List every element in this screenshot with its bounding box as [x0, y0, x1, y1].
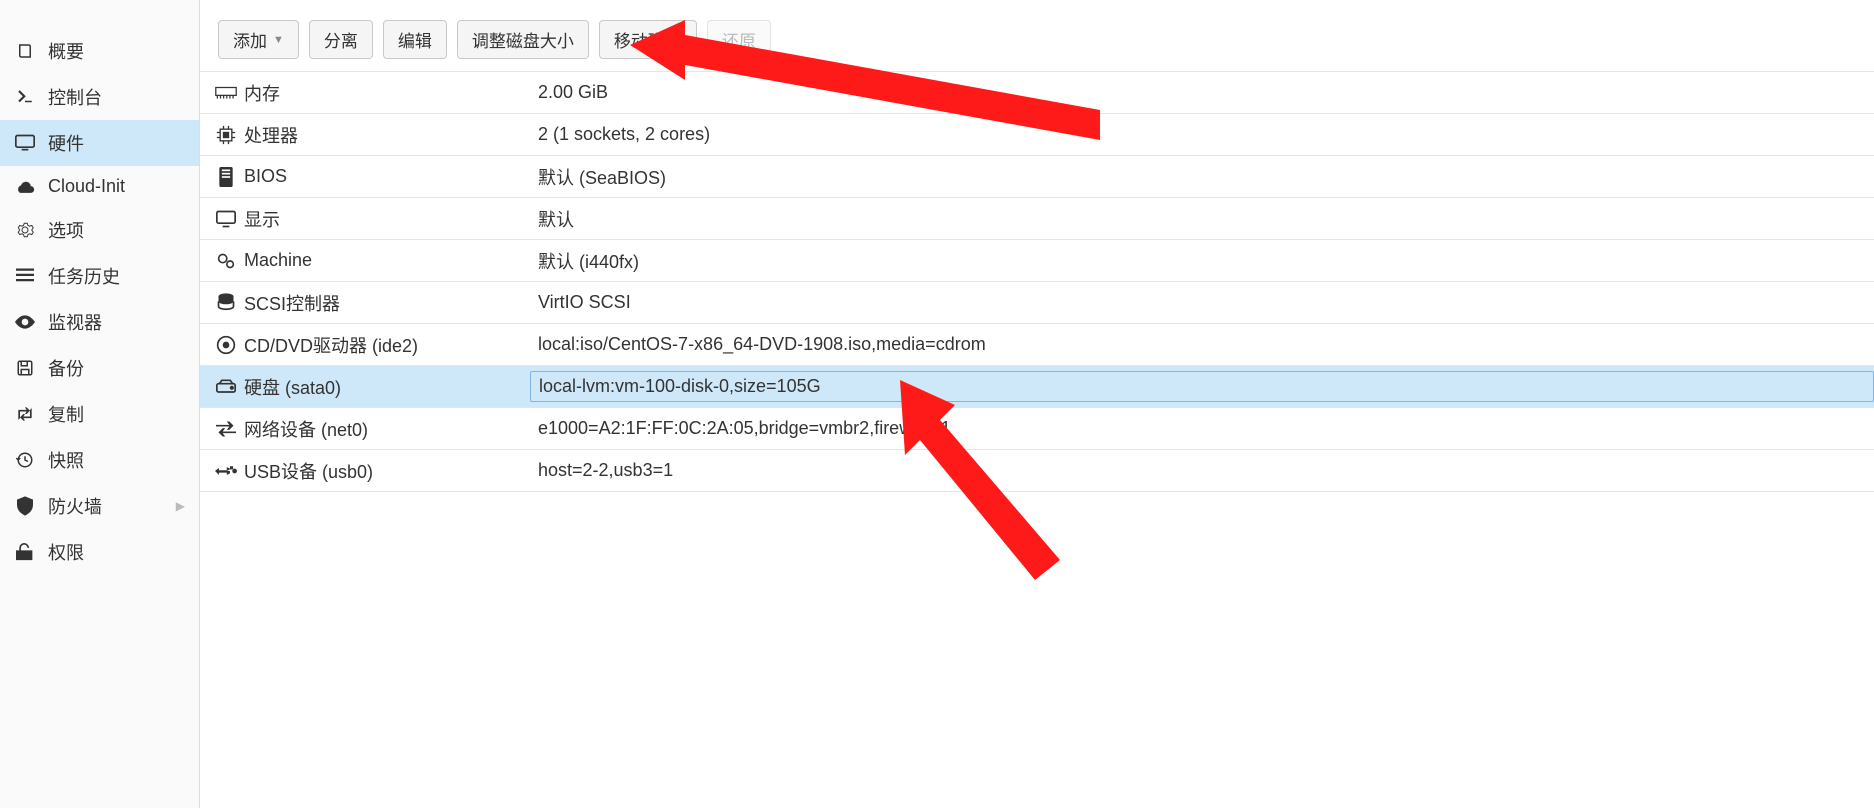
- sidebar-item-8[interactable]: 复制: [0, 391, 199, 437]
- usb-icon: [212, 464, 240, 478]
- db-icon: [212, 293, 240, 313]
- sidebar-item-label: 硬件: [48, 130, 84, 156]
- sidebar-item-label: Cloud-Init: [48, 176, 125, 197]
- hardware-table: 内存2.00 GiB处理器2 (1 sockets, 2 cores)BIOS默…: [200, 71, 1874, 492]
- hardware-value: 默认 (SeaBIOS): [530, 164, 1874, 190]
- sidebar-item-4[interactable]: 选项: [0, 207, 199, 253]
- hardware-key: 显示: [240, 206, 530, 232]
- sidebar-item-label: 快照: [48, 447, 84, 473]
- sidebar-item-5[interactable]: 任务历史: [0, 253, 199, 299]
- hardware-row-2[interactable]: BIOS默认 (SeaBIOS): [200, 156, 1874, 198]
- hardware-row-1[interactable]: 处理器2 (1 sockets, 2 cores): [200, 114, 1874, 156]
- hardware-key: 硬盘 (sata0): [240, 374, 530, 400]
- sidebar-item-label: 控制台: [48, 84, 102, 110]
- sidebar: 概要控制台硬件 Cloud-Init 选项任务历史监视器备份复制快照防火墙 ▶ 权限: [0, 0, 200, 808]
- hardware-key: SCSI控制器: [240, 290, 530, 316]
- hardware-key: 内存: [240, 80, 530, 106]
- edit-button[interactable]: 编辑: [383, 20, 447, 59]
- sidebar-item-1[interactable]: 控制台: [0, 74, 199, 120]
- sidebar-item-3[interactable]: Cloud-Init: [0, 166, 199, 207]
- sidebar-item-label: 备份: [48, 355, 84, 381]
- book-icon: [14, 42, 36, 60]
- hardware-row-0[interactable]: 内存2.00 GiB: [200, 72, 1874, 114]
- hardware-value: 默认: [530, 206, 1874, 232]
- terminal-icon: [14, 88, 36, 106]
- monitor-icon: [14, 134, 36, 152]
- add-button-label: 添加: [233, 27, 267, 52]
- move-disk-button[interactable]: 移动磁盘: [599, 20, 697, 59]
- list-icon: [14, 268, 36, 284]
- sidebar-item-0[interactable]: 概要: [0, 28, 199, 74]
- eye-icon: [14, 315, 36, 329]
- sidebar-item-10[interactable]: 防火墙 ▶: [0, 483, 199, 529]
- sidebar-item-label: 复制: [48, 401, 84, 427]
- hardware-row-6[interactable]: CD/DVD驱动器 (ide2)local:iso/CentOS-7-x86_6…: [200, 324, 1874, 366]
- hardware-key: BIOS: [240, 166, 530, 187]
- sidebar-item-7[interactable]: 备份: [0, 345, 199, 391]
- cpu-icon: [212, 125, 240, 145]
- history-icon: [14, 451, 36, 469]
- sidebar-item-label: 监视器: [48, 309, 102, 335]
- sidebar-item-label: 权限: [48, 539, 84, 565]
- hardware-value: host=2-2,usb3=1: [530, 460, 1874, 481]
- hardware-key: Machine: [240, 250, 530, 271]
- sidebar-item-label: 选项: [48, 217, 84, 243]
- hardware-value: local-lvm:vm-100-disk-0,size=105G: [530, 371, 1874, 402]
- hardware-row-3[interactable]: 显示默认: [200, 198, 1874, 240]
- main-panel: 添加 ▼ 分离 编辑 调整磁盘大小 移动磁盘 还原 内存2.00 GiB处理器2…: [200, 0, 1874, 808]
- hardware-value: VirtIO SCSI: [530, 292, 1874, 313]
- hardware-value: e1000=A2:1F:FF:0C:2A:05,bridge=vmbr2,fir…: [530, 418, 1874, 439]
- display-icon: [212, 210, 240, 228]
- hardware-value: 2 (1 sockets, 2 cores): [530, 124, 1874, 145]
- hardware-row-5[interactable]: SCSI控制器VirtIO SCSI: [200, 282, 1874, 324]
- toolbar: 添加 ▼ 分离 编辑 调整磁盘大小 移动磁盘 还原: [200, 0, 1874, 71]
- net-icon: [212, 421, 240, 437]
- sidebar-item-2[interactable]: 硬件: [0, 120, 199, 166]
- hardware-row-8[interactable]: 网络设备 (net0)e1000=A2:1F:FF:0C:2A:05,bridg…: [200, 408, 1874, 450]
- memory-icon: [212, 86, 240, 100]
- hardware-key: USB设备 (usb0): [240, 458, 530, 484]
- chevron-down-icon: ▼: [273, 34, 284, 46]
- hardware-value: 2.00 GiB: [530, 82, 1874, 103]
- hdd-icon: [212, 379, 240, 395]
- restore-button: 还原: [707, 20, 771, 59]
- gears-icon: [212, 252, 240, 270]
- sidebar-item-label: 概要: [48, 38, 84, 64]
- hardware-key: 网络设备 (net0): [240, 416, 530, 442]
- bios-icon: [212, 167, 240, 187]
- unlock-icon: [14, 542, 36, 562]
- detach-button[interactable]: 分离: [309, 20, 373, 59]
- add-button[interactable]: 添加 ▼: [218, 20, 299, 59]
- save-icon: [14, 359, 36, 377]
- sidebar-item-9[interactable]: 快照: [0, 437, 199, 483]
- gear-icon: [14, 221, 36, 239]
- shield-icon: [14, 496, 36, 516]
- sidebar-item-label: 任务历史: [48, 263, 120, 289]
- sidebar-item-11[interactable]: 权限: [0, 529, 199, 575]
- sidebar-item-6[interactable]: 监视器: [0, 299, 199, 345]
- cloud-icon: [14, 179, 36, 195]
- resize-disk-button[interactable]: 调整磁盘大小: [457, 20, 589, 59]
- hardware-value: 默认 (i440fx): [530, 248, 1874, 274]
- sidebar-item-label: 防火墙: [48, 493, 102, 519]
- chevron-right-icon: ▶: [176, 499, 185, 513]
- hardware-row-9[interactable]: USB设备 (usb0)host=2-2,usb3=1: [200, 450, 1874, 492]
- hardware-value: local:iso/CentOS-7-x86_64-DVD-1908.iso,m…: [530, 334, 1874, 355]
- retweet-icon: [14, 406, 36, 422]
- hardware-row-7[interactable]: 硬盘 (sata0)local-lvm:vm-100-disk-0,size=1…: [200, 366, 1874, 408]
- disc-icon: [212, 335, 240, 355]
- app-root: 概要控制台硬件 Cloud-Init 选项任务历史监视器备份复制快照防火墙 ▶ 权限 添…: [0, 0, 1874, 808]
- hardware-key: CD/DVD驱动器 (ide2): [240, 332, 530, 358]
- hardware-key: 处理器: [240, 122, 530, 148]
- hardware-row-4[interactable]: Machine默认 (i440fx): [200, 240, 1874, 282]
